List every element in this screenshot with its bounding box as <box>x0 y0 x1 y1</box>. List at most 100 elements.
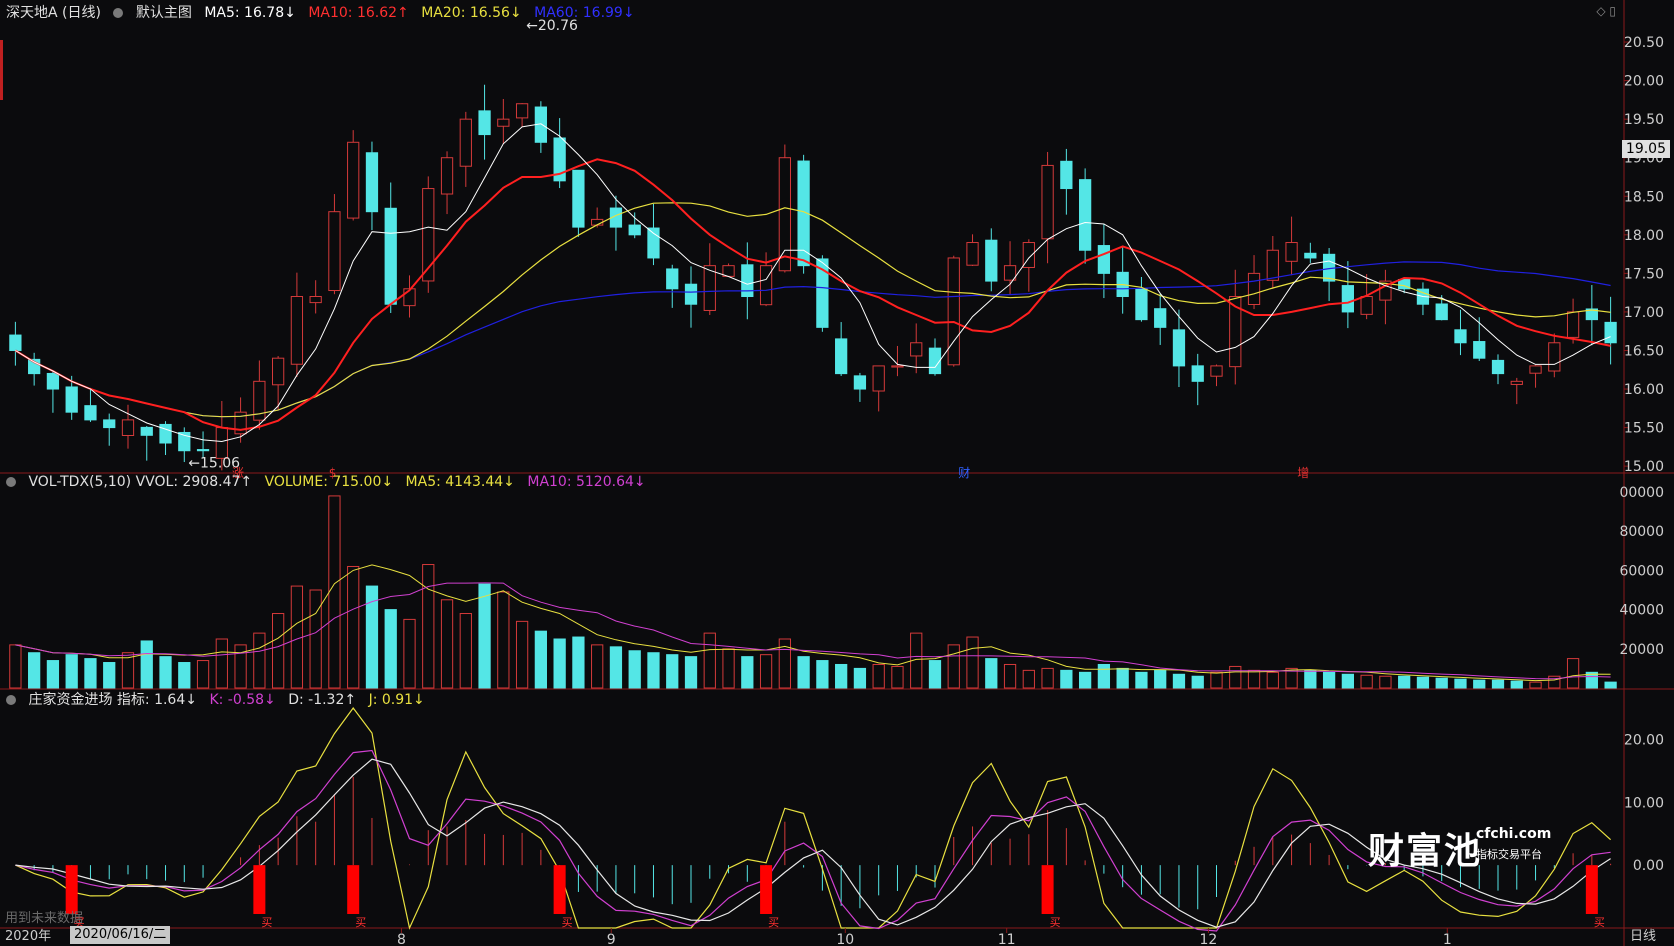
volume-bar <box>1435 677 1448 689</box>
price-axis-label: 20.50 <box>1624 35 1664 51</box>
candle-body <box>9 334 22 351</box>
candle-body <box>140 426 153 436</box>
stock-title[interactable]: 深天地A (日线) <box>6 5 101 21</box>
settings-dot-icon[interactable] <box>113 8 124 18</box>
candle-body <box>928 347 942 375</box>
buy-signal-bar <box>347 865 360 914</box>
volume-bar <box>891 665 904 689</box>
price-axis-label: 18.00 <box>1624 228 1664 244</box>
candle-body <box>1172 329 1186 367</box>
candle-body <box>347 141 360 219</box>
candle-body <box>778 157 791 272</box>
d-value: D: -1.32↑ <box>288 692 357 708</box>
volume-bar <box>497 591 510 689</box>
buy-signal-bar <box>553 865 566 914</box>
price-axis-label: 15.50 <box>1624 421 1664 437</box>
volume-bar <box>1097 663 1111 689</box>
volume-bar <box>741 656 754 689</box>
volume-axis-label: 60000 <box>1619 563 1664 579</box>
volume-bar <box>253 632 266 689</box>
volume-bar <box>1172 673 1186 689</box>
candle-body <box>1191 365 1204 382</box>
volume-bar <box>1135 671 1148 689</box>
volume-bar <box>328 495 341 689</box>
candle-body <box>1473 341 1486 359</box>
candle-body <box>1435 303 1448 321</box>
event-mark: 增 <box>1297 466 1309 480</box>
buy-signal-label: 买 <box>355 916 366 929</box>
volume-bar <box>403 618 416 689</box>
candle-body <box>1604 321 1617 344</box>
x-axis-label: 12 <box>1200 932 1218 946</box>
volume-bar <box>816 660 829 689</box>
volume-bar <box>1491 679 1505 689</box>
candle-body <box>1210 365 1223 377</box>
candle-body <box>384 207 397 305</box>
candle-body <box>309 296 322 304</box>
volume-bar <box>65 654 78 689</box>
candle-body <box>1548 342 1561 372</box>
candle-body <box>985 239 998 282</box>
candle-body <box>84 405 97 421</box>
volume-bar <box>271 613 285 689</box>
volume-bar <box>1210 671 1223 689</box>
volume-bar <box>309 589 322 689</box>
indicator-dot-icon[interactable] <box>6 695 16 705</box>
x-axis-label: 8 <box>397 932 406 946</box>
volume-bar <box>591 644 604 689</box>
candle-body <box>684 283 698 305</box>
volume-axis-label: 40000 <box>1619 603 1664 619</box>
volume-bar <box>1510 680 1523 689</box>
vvol-value[interactable]: VOL-TDX(5,10) VVOL: 2908.47↑ <box>28 474 252 490</box>
price-axis-label: 18.50 <box>1624 189 1664 205</box>
cfchi-logo: 财富池 cfchi.com 指标交易平台 <box>1368 822 1551 874</box>
volume-bar <box>103 662 116 689</box>
volume-bar <box>666 654 679 689</box>
volume-dot-icon[interactable] <box>6 477 16 487</box>
volume-bar <box>647 652 660 689</box>
price-axis-label: 15.00 <box>1624 459 1664 475</box>
buy-signal-label: 买 <box>562 916 573 929</box>
candle-body <box>1454 329 1467 344</box>
volume-bar <box>84 658 97 689</box>
volume-bar <box>515 620 529 689</box>
volume-bar <box>290 585 304 689</box>
logo-text-cn: 财富池 <box>1368 831 1483 872</box>
volume-bar <box>1604 681 1617 689</box>
volume-bar <box>178 662 191 689</box>
x-axis-label: 10 <box>836 932 854 946</box>
candle-body <box>271 357 285 386</box>
volume-bar <box>684 656 698 689</box>
k-value: K: -0.58↓ <box>209 692 276 708</box>
volume-bar <box>1398 675 1411 689</box>
volume-bar <box>1529 681 1542 689</box>
ma10-value: MA10: 16.62↑ <box>308 5 409 21</box>
volume-bar <box>1041 667 1054 689</box>
volume-bar <box>534 630 548 689</box>
candle-body <box>1041 164 1054 240</box>
indicator-value[interactable]: 庄家资金进场 指标: 1.64↓ <box>28 692 197 708</box>
event-mark: 财 <box>958 466 970 480</box>
candle-body <box>1491 359 1505 375</box>
volume-bar <box>1060 669 1073 689</box>
main-chart-header: 深天地A (日线) 默认主图 MA5: 16.78↓ MA10: 16.62↑ … <box>6 3 643 23</box>
buy-signal-bar <box>1041 865 1054 914</box>
candle-body <box>647 227 660 259</box>
candle-body <box>46 372 60 390</box>
panel-controls[interactable]: ◇ ▯ <box>1596 4 1616 18</box>
volume-bar <box>1566 658 1580 689</box>
volume-bar <box>1379 675 1392 689</box>
volume-bar <box>1154 669 1167 689</box>
volume-bar <box>1304 669 1317 689</box>
left-edge-marker <box>0 40 3 100</box>
ma5-value: MA5: 16.78↓ <box>204 5 296 21</box>
main-chart-name[interactable]: 默认主图 <box>136 5 192 21</box>
candle-body <box>103 419 116 429</box>
ma60-value: MA60: 16.99↓ <box>534 5 635 21</box>
candle-body <box>872 365 885 392</box>
candle-body <box>459 118 472 167</box>
volume-bar <box>140 640 153 689</box>
volume-bar <box>1078 671 1092 689</box>
price-axis-label: 16.00 <box>1624 382 1664 398</box>
period-label[interactable]: 日线 <box>1630 925 1656 944</box>
